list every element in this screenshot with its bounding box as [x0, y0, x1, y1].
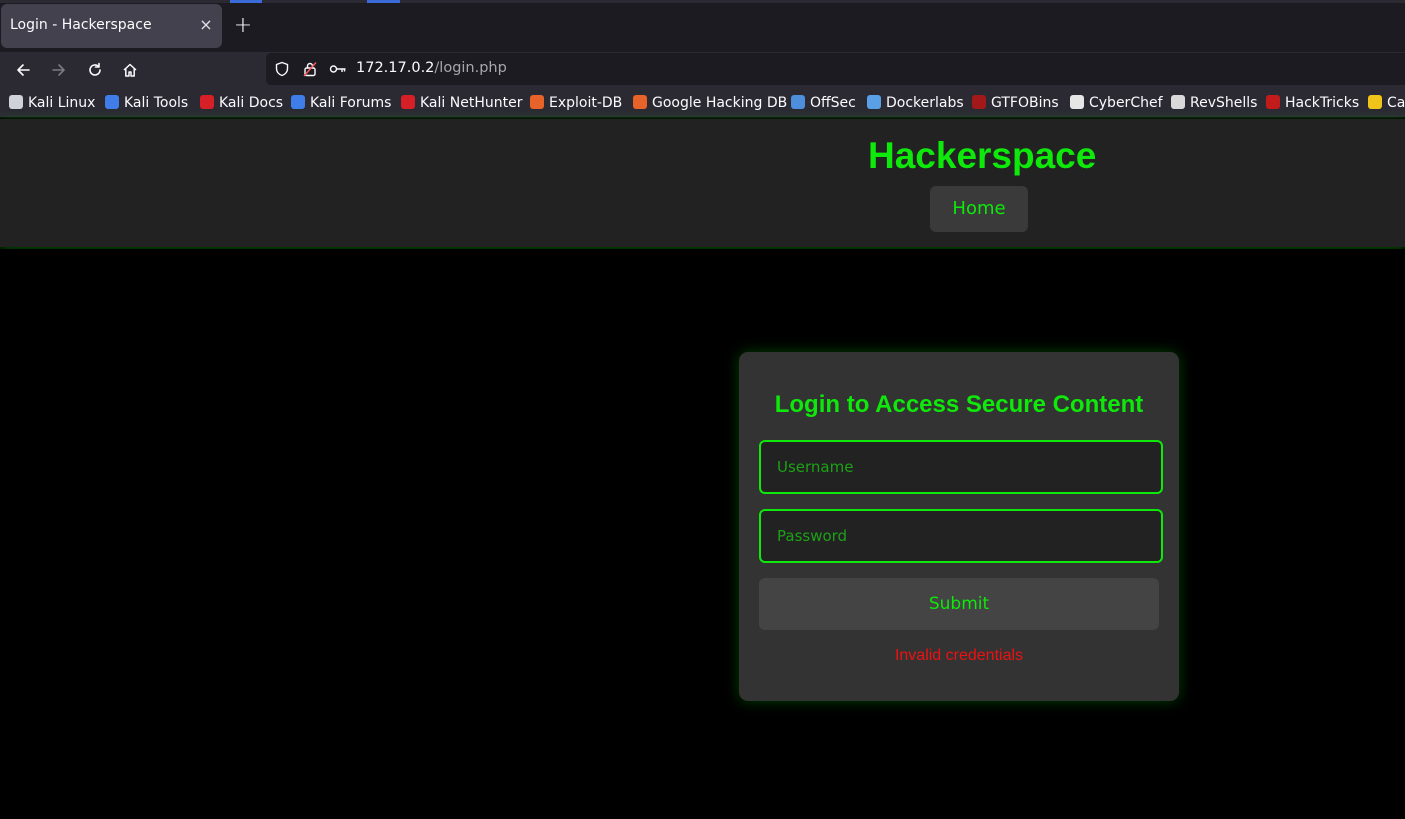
key-permissions-icon[interactable] — [329, 61, 347, 77]
bookmark-label: RevShells — [1190, 95, 1258, 111]
bookmark-item[interactable]: Ca — [1368, 93, 1405, 113]
tab-strip-indicator — [0, 0, 1405, 3]
gtfobins-icon — [972, 95, 986, 109]
bookmark-label: Dockerlabs — [886, 95, 964, 111]
bookmark-label: HackTricks — [1285, 95, 1360, 111]
bookmark-item[interactable]: Kali Linux — [9, 93, 95, 113]
site-header — [0, 119, 1405, 247]
bookmark-item[interactable]: Kali NetHunter — [401, 93, 522, 113]
bookmark-item[interactable]: RevShells — [1171, 93, 1257, 113]
bookmark-item[interactable]: GTFOBins — [972, 93, 1059, 113]
bookmark-item[interactable]: Exploit-DB — [530, 93, 622, 113]
submit-button[interactable]: Submit — [759, 578, 1159, 630]
kali-docs-icon — [200, 95, 214, 109]
home-button[interactable] — [115, 55, 145, 85]
bookmark-label: Ca — [1387, 95, 1405, 111]
shield-icon[interactable] — [274, 61, 290, 77]
url-path: /login.php — [434, 60, 507, 76]
nethunter-icon — [401, 95, 415, 109]
bookmark-label: Exploit-DB — [549, 95, 623, 111]
offsec-icon — [791, 95, 805, 109]
bookmark-label: Kali Forums — [310, 95, 392, 111]
login-heading: Login to Access Secure Content — [774, 391, 1144, 418]
bookmark-item[interactable]: HackTricks — [1266, 93, 1359, 113]
bookmark-label: Google Hacking DB — [652, 95, 788, 111]
bookmark-label: Kali Tools — [124, 95, 189, 111]
login-card: Login to Access Secure Content Submit In… — [739, 352, 1179, 701]
browser-tab-bar: Login - Hackerspace × + — [0, 0, 1405, 52]
new-tab-button[interactable]: + — [230, 13, 256, 39]
page-body — [0, 249, 1405, 819]
bookmark-icon — [1368, 95, 1382, 109]
hacktricks-icon — [1266, 95, 1280, 109]
bookmark-label: Kali Linux — [28, 95, 96, 111]
url-text[interactable]: 172.17.0.2/login.php — [356, 60, 507, 76]
home-icon — [123, 63, 137, 77]
dockerlabs-icon — [867, 95, 881, 109]
tab-title: Login - Hackerspace — [10, 17, 152, 33]
kali-dragon-icon — [9, 95, 23, 109]
close-tab-icon[interactable]: × — [195, 14, 217, 36]
bookmark-label: CyberChef — [1089, 95, 1163, 111]
bookmark-label: Kali Docs — [219, 95, 284, 111]
bookmark-item[interactable]: Google Hacking DB — [633, 93, 787, 113]
back-arrow-icon — [17, 64, 30, 76]
password-input[interactable] — [759, 509, 1163, 563]
insecure-lock-icon[interactable] — [302, 61, 318, 77]
browser-nav-bar: 172.17.0.2/login.php — [0, 52, 1405, 88]
bookmark-item[interactable]: Kali Forums — [291, 93, 391, 113]
bookmark-item[interactable]: CyberChef — [1070, 93, 1163, 113]
ghdb-icon — [633, 95, 647, 109]
exploit-db-icon — [530, 95, 544, 109]
forward-button[interactable] — [44, 55, 74, 85]
bookmark-label: GTFOBins — [991, 95, 1059, 111]
bookmark-item[interactable]: Dockerlabs — [867, 93, 964, 113]
url-host: 172.17.0.2 — [356, 60, 435, 76]
error-message: Invalid credentials — [894, 647, 1024, 664]
url-bar[interactable]: 172.17.0.2/login.php — [266, 53, 1405, 85]
reload-button[interactable] — [80, 55, 110, 85]
site-title: Hackerspace — [868, 135, 1097, 176]
kali-forums-icon — [291, 95, 305, 109]
kali-tools-icon — [105, 95, 119, 109]
nav-home-button[interactable]: Home — [930, 186, 1028, 232]
bookmark-item[interactable]: OffSec — [791, 93, 856, 113]
reload-icon — [89, 62, 101, 76]
bookmark-label: OffSec — [810, 95, 856, 111]
revshells-icon — [1171, 95, 1185, 109]
forward-arrow-icon — [52, 64, 65, 76]
browser-tab-active[interactable]: Login - Hackerspace × — [1, 4, 222, 48]
bookmark-label: Kali NetHunter — [420, 95, 523, 111]
cyberchef-icon — [1070, 95, 1084, 109]
username-input[interactable] — [759, 440, 1163, 494]
bookmarks-toolbar: Kali Linux Kali Tools Kali Docs Kali Forums… — [0, 88, 1405, 118]
bookmark-item[interactable]: Kali Docs — [200, 93, 283, 113]
back-button[interactable] — [8, 55, 38, 85]
bookmark-item[interactable]: Kali Tools — [105, 93, 188, 113]
